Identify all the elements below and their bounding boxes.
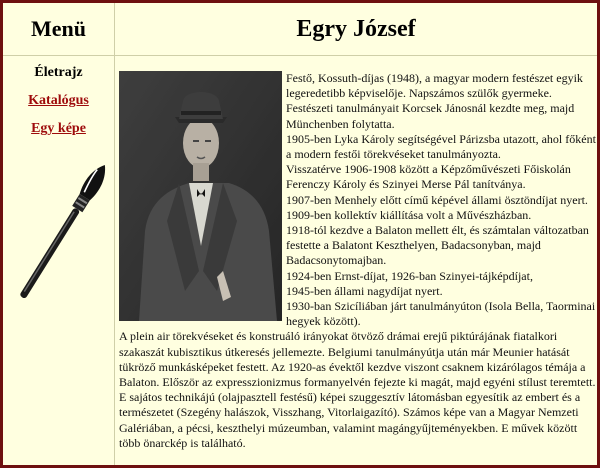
menu-title: Menü — [31, 16, 86, 41]
sidebar: Menü Életrajz Katalógus Egy képe — [3, 3, 115, 465]
bio-closing: A plein air törekvéseket és konstruáló i… — [119, 329, 596, 450]
page-title: Egry József — [296, 15, 416, 42]
sidebar-header: Menü — [3, 3, 114, 56]
main-header: Egry József — [115, 3, 597, 56]
biography: Festő, Kossuth-díjas (1948), a magyar mo… — [119, 71, 597, 451]
menu-item-eletrajz: Életrajz — [34, 65, 83, 80]
portrait-photo — [119, 71, 282, 321]
sidebar-menu: Életrajz Katalógus Egy képe — [3, 61, 114, 145]
menu-item-katalogus[interactable]: Katalógus — [28, 93, 89, 109]
main-area: Egry József Festő, Kossuth-díjas (1948),… — [115, 3, 597, 465]
menu-item-egy-kepe[interactable]: Egy képe — [31, 121, 86, 137]
paintbrush-icon — [20, 165, 106, 299]
page-frame: Menü Életrajz Katalógus Egy képe Egry Jó… — [3, 3, 597, 465]
